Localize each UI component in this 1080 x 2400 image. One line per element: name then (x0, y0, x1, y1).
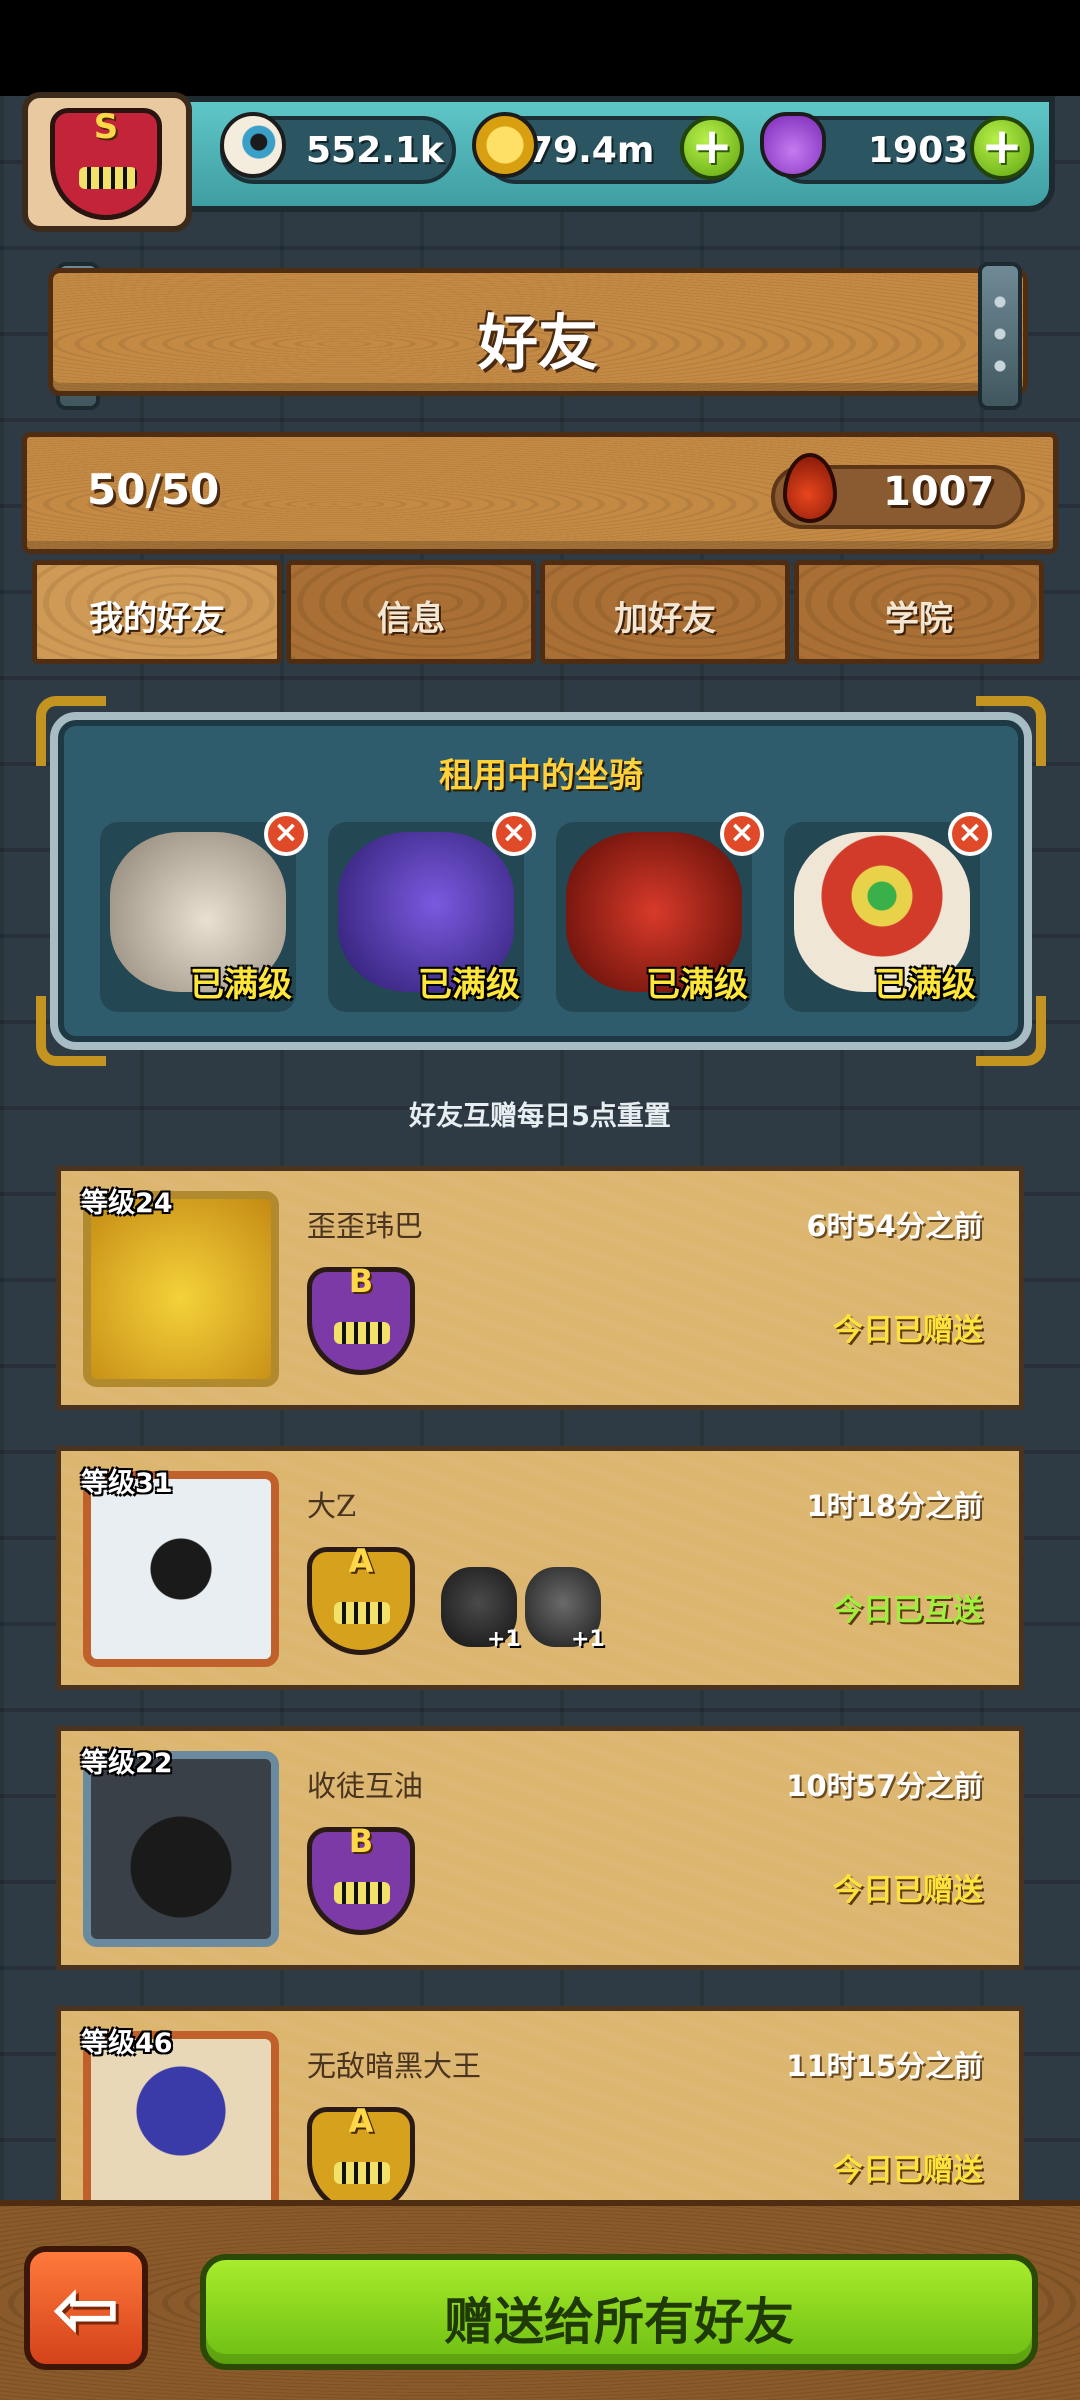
mount-slot[interactable]: 已满级 × (556, 812, 764, 1012)
gift-reset-note: 好友互赠每日5点重置 (409, 1101, 671, 1132)
potion-resource-value: 1903 (868, 130, 969, 171)
page-title: 好友 (478, 309, 598, 379)
friend-last-online: 6时54分之前 (806, 1209, 983, 1243)
back-arrow-icon: ⇦ (51, 2262, 121, 2357)
friend-card[interactable]: 等级31 大Z 1时18分之前 A +1 +1 今日已互送 (56, 1446, 1024, 1690)
tab-my-friends[interactable]: 我的好友 (32, 560, 282, 664)
rank-letter: A (348, 1542, 374, 1580)
friend-name: 歪歪玮巴 (307, 1209, 424, 1243)
friend-last-online: 1时18分之前 (806, 1489, 983, 1523)
gift-all-friends-button[interactable]: 赠送给所有好友 (200, 2254, 1038, 2370)
tab-label: 加好友 (614, 599, 716, 639)
mount-status-label: 已满级 (874, 965, 976, 1005)
friend-rank-badge-icon: A (307, 1542, 415, 1655)
rented-mounts-panel: 租用中的坐骑 已满级 × 已满级 × 已满级 × 已满级 × (36, 696, 1046, 1066)
rank-letter: B (348, 1262, 374, 1300)
friend-avatar[interactable] (83, 1751, 279, 1947)
panel-corner-decoration (36, 996, 106, 1066)
potion-icon (760, 112, 826, 178)
remove-mount-button[interactable]: × (492, 812, 536, 856)
player-rank-badge[interactable]: S (22, 92, 192, 232)
shield-teeth-decoration (334, 1882, 390, 1904)
gift-all-label: 赠送给所有好友 (444, 2293, 794, 2351)
shield-teeth-decoration (334, 1602, 390, 1624)
blood-drop-icon (783, 453, 837, 523)
gift-status: 今日已赠送 (833, 1313, 983, 1348)
rank-shield-icon: S (50, 107, 162, 220)
friend-rank-badge-icon: B (307, 1822, 415, 1935)
friend-card[interactable]: 等级22 收徒互油 10时57分之前 B 今日已赠送 (56, 1726, 1024, 1970)
friend-card[interactable]: 等级24 歪歪玮巴 6时54分之前 B 今日已赠送 (56, 1166, 1024, 1410)
mount-status-label: 已满级 (190, 965, 292, 1005)
mount-status-label: 已满级 (646, 965, 748, 1005)
tab-label: 学院 (885, 599, 953, 639)
mount-slot[interactable]: 已满级 × (100, 812, 308, 1012)
friend-level: 等级46 (81, 2028, 173, 2059)
back-button[interactable]: ⇦ (24, 2246, 148, 2370)
friend-rank-badge-icon: B (307, 1262, 415, 1375)
eyeball-icon (220, 112, 286, 178)
mount-slot[interactable]: 已满级 × (784, 812, 992, 1012)
gift-status: 今日已赠送 (833, 1873, 983, 1908)
tab-label: 我的好友 (89, 599, 225, 639)
title-plank: 好友 (48, 268, 1028, 396)
friend-count: 50/50 (87, 465, 220, 514)
gift-status: 今日已互送 (833, 1593, 983, 1628)
shield-teeth-decoration (334, 1322, 390, 1344)
friend-name: 无敌暗黑大王 (307, 2049, 482, 2083)
friend-name: 大Z (307, 1489, 357, 1523)
remove-mount-button[interactable]: × (948, 812, 992, 856)
mount-slot[interactable]: 已满级 × (328, 812, 536, 1012)
friend-avatar[interactable] (83, 2031, 279, 2227)
resource-bar: 552.1k 79.4m + 1903 + (150, 96, 1055, 212)
tab-academy[interactable]: 学院 (794, 560, 1044, 664)
mount-status-label: 已满级 (418, 965, 520, 1005)
tab-label: 信息 (377, 599, 445, 639)
buy-potion-button[interactable]: + (970, 116, 1034, 180)
shield-teeth-decoration (79, 167, 137, 189)
panel-corner-decoration (976, 996, 1046, 1066)
friend-last-online: 10时57分之前 (786, 1769, 983, 1803)
remove-mount-button[interactable]: × (720, 812, 764, 856)
tab-add-friend[interactable]: 加好友 (540, 560, 790, 664)
gold-coin-icon (472, 112, 538, 178)
friend-name: 收徒互油 (307, 1769, 424, 1803)
mount-bonus-label: +1 (571, 1627, 605, 1652)
friend-rank-badge-icon: A (307, 2102, 415, 2215)
right-metal-bracket (978, 262, 1022, 410)
friend-avatar[interactable] (83, 1471, 279, 1667)
rented-mounts-title: 租用中的坐骑 (439, 756, 643, 796)
buy-gold-button[interactable]: + (680, 116, 744, 180)
rank-letter: B (348, 1822, 374, 1860)
shield-teeth-decoration (334, 2162, 390, 2184)
mount-bonus-label: +1 (487, 1627, 521, 1652)
gift-status: 今日已赠送 (833, 2153, 983, 2188)
friend-level: 等级31 (81, 1468, 173, 1499)
tab-messages[interactable]: 信息 (286, 560, 536, 664)
rank-letter: A (348, 2102, 374, 2140)
friend-last-online: 11时15分之前 (786, 2049, 983, 2083)
friend-level: 等级22 (81, 1748, 173, 1779)
remove-mount-button[interactable]: × (264, 812, 308, 856)
blood-value: 1007 (883, 469, 995, 515)
system-status-bar (0, 0, 1080, 96)
friend-level: 等级24 (81, 1188, 173, 1219)
gold-resource-value: 79.4m (528, 130, 655, 171)
friend-summary-plank: 50/50 1007 (22, 432, 1058, 554)
eyeball-resource-value: 552.1k (306, 130, 444, 171)
rank-letter: S (93, 107, 119, 147)
friend-avatar[interactable] (83, 1191, 279, 1387)
